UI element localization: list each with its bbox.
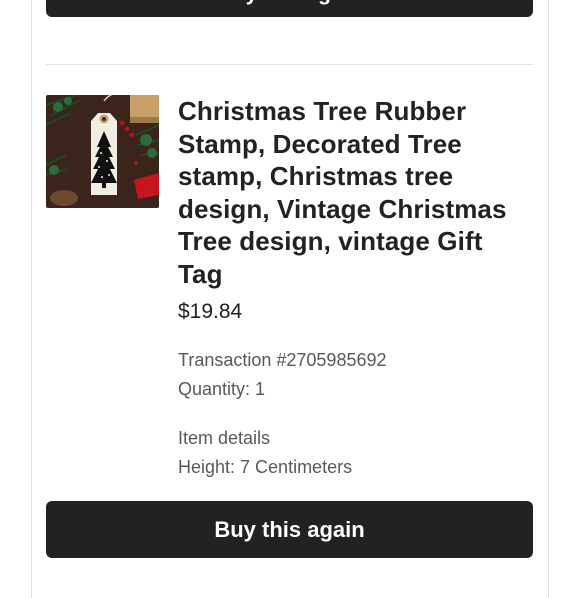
buy-again-button[interactable]: Buy this again <box>46 501 533 558</box>
top-buy-again-button[interactable]: Buy this again <box>46 0 533 17</box>
product-price: $19.84 <box>178 300 243 323</box>
product-title[interactable]: Christmas Tree Rubber Stamp, Decorated T… <box>178 95 533 290</box>
item-details-heading: Item details <box>178 428 271 448</box>
transaction-number: Transaction #2705985692 <box>178 350 387 370</box>
product-image <box>46 95 159 208</box>
item-height: Height: 7 Centimeters <box>178 457 353 477</box>
quantity: Quantity: 1 <box>178 379 266 399</box>
divider <box>46 64 533 65</box>
product-thumbnail[interactable] <box>46 95 159 208</box>
